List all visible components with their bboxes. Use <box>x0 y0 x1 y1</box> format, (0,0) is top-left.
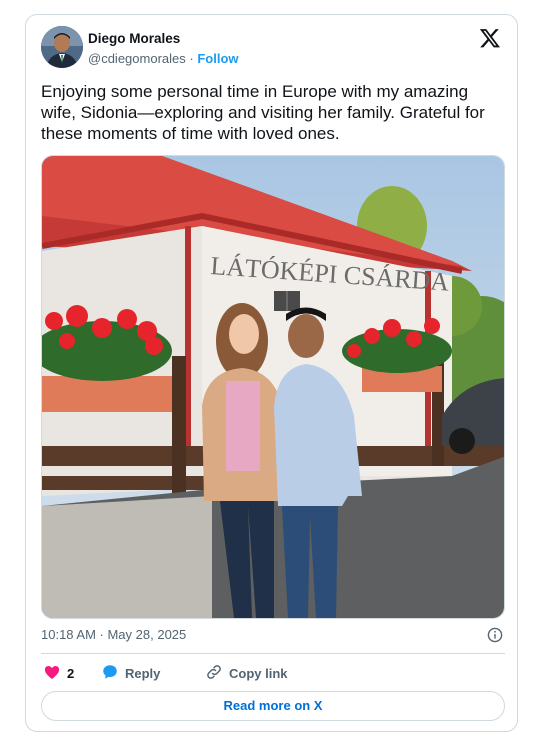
author-handle[interactable]: @cdiegomorales <box>88 51 186 66</box>
tweet-embed-card: Diego Morales @cdiegomorales · Follow En… <box>25 14 518 732</box>
copy-link-button[interactable]: Copy link <box>205 663 288 684</box>
like-button[interactable]: 2 <box>43 663 74 684</box>
x-logo-icon[interactable] <box>479 27 501 49</box>
avatar[interactable] <box>41 26 83 68</box>
timestamp-row: 10:18 AM · May 28, 2025 <box>41 627 505 647</box>
reply-button[interactable]: Reply <box>101 663 160 684</box>
divider <box>41 653 505 654</box>
tweet-timestamp[interactable]: 10:18 AM · May 28, 2025 <box>41 627 186 642</box>
read-more-button[interactable]: Read more on X <box>41 691 505 721</box>
tweet-text: Enjoying some personal time in Europe wi… <box>41 82 485 143</box>
follow-button[interactable]: Follow <box>197 51 238 66</box>
separator-dot: · <box>189 51 194 66</box>
info-icon[interactable] <box>487 627 503 643</box>
author-handle-row: @cdiegomorales · Follow <box>88 51 239 66</box>
copy-link-label: Copy link <box>229 666 288 681</box>
reply-label: Reply <box>125 666 161 681</box>
tweet-photo[interactable]: LÁTÓKÉPI CSÁRDA <box>41 155 505 619</box>
like-count: 2 <box>67 666 75 681</box>
author-display-name[interactable]: Diego Morales <box>88 31 180 46</box>
heart-icon <box>43 663 61 684</box>
link-icon <box>205 663 223 684</box>
reply-bubble-icon <box>101 663 119 684</box>
